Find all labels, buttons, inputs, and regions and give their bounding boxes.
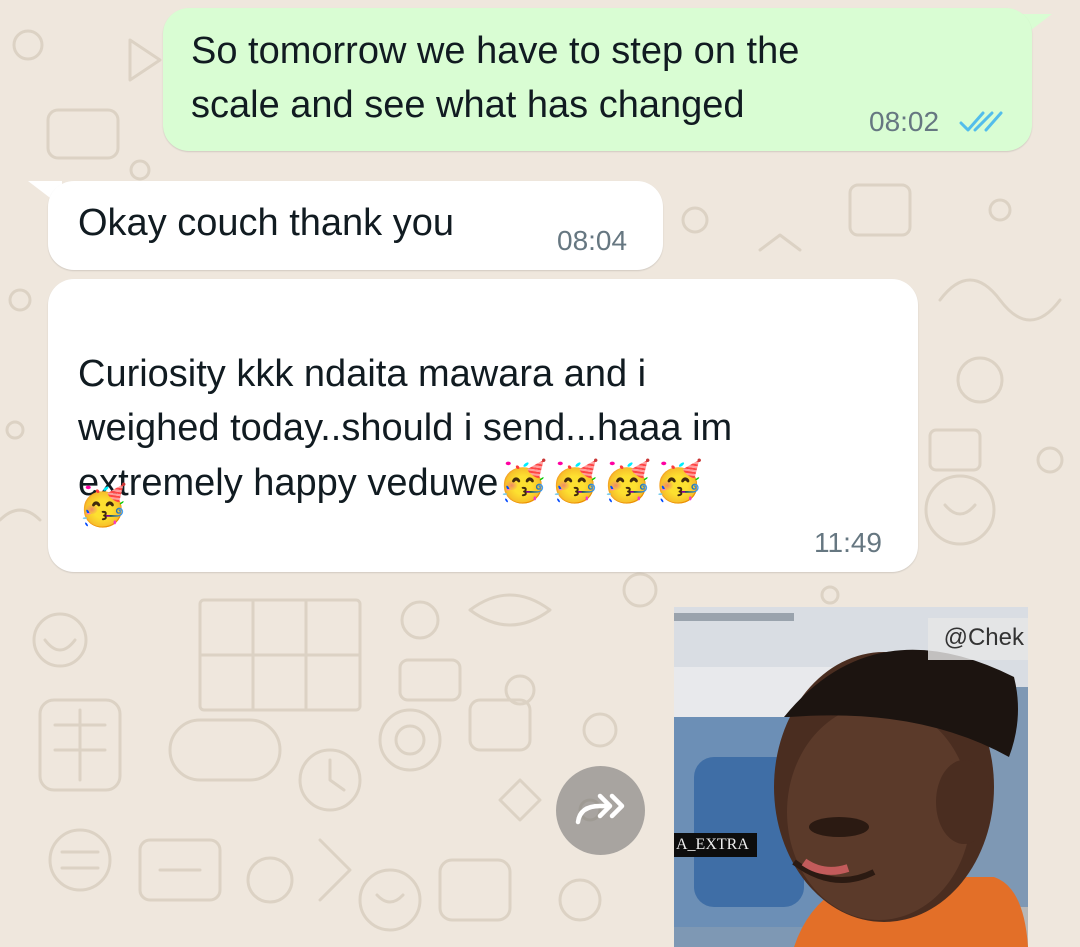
incoming-message-bubble[interactable]: Okay couch thank you 08:04 [48, 181, 663, 270]
video-caption-tag: A_EXTRA [674, 833, 757, 857]
outgoing-message-bubble[interactable]: So tomorrow we have to step on the scale… [163, 8, 1032, 151]
video-message-thumbnail[interactable]: @Chek A_EXTRA [674, 607, 1028, 947]
forward-button[interactable] [556, 766, 645, 855]
party-emoji-group: 🥳🥳🥳🥳 [498, 460, 706, 504]
incoming-message-bubble[interactable]: Curiosity kkk ndaita mawara and i weighe… [48, 279, 918, 572]
message-timestamp: 08:02 [869, 106, 940, 137]
message-text: So tomorrow we have to step on the scale… [191, 30, 800, 126]
video-watermark: @Chek [927, 618, 1028, 660]
double-check-icon [959, 110, 1003, 139]
message-text: Curiosity kkk ndaita mawara and i weighe… [78, 293, 732, 510]
message-text: Okay couch thank you [78, 202, 454, 244]
forward-icon [574, 788, 628, 833]
party-emoji: 🥳 [78, 484, 130, 528]
message-timestamp: 11:49 [814, 527, 882, 558]
message-timestamp: 08:04 [557, 225, 628, 256]
